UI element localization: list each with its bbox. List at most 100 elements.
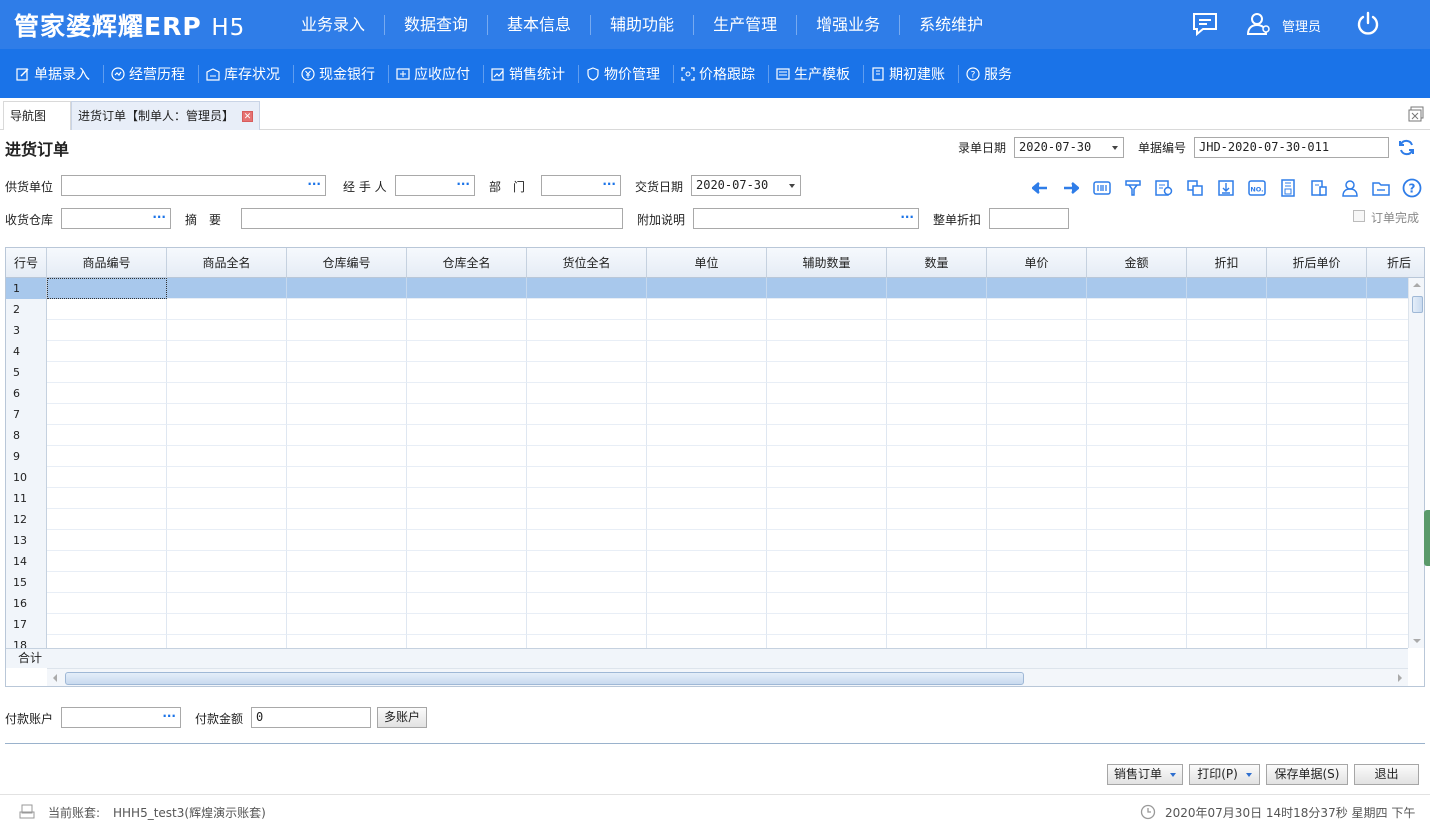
grid-cell[interactable] xyxy=(1187,509,1267,530)
grid-cell[interactable] xyxy=(527,572,647,593)
grid-cell[interactable] xyxy=(47,383,167,404)
grid-cell[interactable] xyxy=(1367,530,1408,551)
horizontal-scroll-thumb[interactable] xyxy=(65,672,1024,685)
grid-cell[interactable] xyxy=(767,299,887,320)
grid-cell[interactable] xyxy=(1267,404,1367,425)
grid-cell[interactable] xyxy=(1267,530,1367,551)
sub-nav-service[interactable]: ? 服务 xyxy=(959,65,1025,83)
grid-cell[interactable] xyxy=(47,404,167,425)
grid-cell[interactable] xyxy=(1367,509,1408,530)
grid-cell[interactable] xyxy=(527,320,647,341)
grid-cell[interactable] xyxy=(47,278,167,299)
grid-cell[interactable] xyxy=(1267,488,1367,509)
grid-cell[interactable] xyxy=(167,446,287,467)
grid-cell[interactable] xyxy=(287,383,407,404)
grid-cell[interactable] xyxy=(407,341,527,362)
main-nav-aux-functions[interactable]: 辅助功能 xyxy=(591,14,695,35)
entry-date-select[interactable]: 2020-07-30 xyxy=(1014,137,1124,158)
grid-cell[interactable] xyxy=(987,551,1087,572)
grid-cell[interactable] xyxy=(527,425,647,446)
table-row[interactable]: 5 xyxy=(6,362,1408,383)
grid-cell[interactable] xyxy=(987,278,1087,299)
col-header-discount[interactable]: 折扣 xyxy=(1187,248,1267,278)
grid-cell[interactable] xyxy=(987,572,1087,593)
grid-cell[interactable] xyxy=(287,530,407,551)
grid-cell[interactable] xyxy=(987,404,1087,425)
col-header-product-name[interactable]: 商品全名 xyxy=(167,248,287,278)
grid-cell[interactable] xyxy=(1087,341,1187,362)
grid-cell[interactable] xyxy=(167,488,287,509)
grid-cell[interactable] xyxy=(647,404,767,425)
grid-cell[interactable] xyxy=(47,614,167,635)
grid-cell[interactable] xyxy=(887,635,987,648)
main-nav-production[interactable]: 生产管理 xyxy=(694,14,798,35)
col-header-amount[interactable]: 金额 xyxy=(1087,248,1187,278)
grid-cell[interactable] xyxy=(647,572,767,593)
grid-cell[interactable] xyxy=(287,614,407,635)
sub-nav-price-mgmt[interactable]: 物价管理 xyxy=(579,64,674,83)
ledger-doc-icon[interactable] xyxy=(1303,178,1334,198)
grid-cell[interactable] xyxy=(527,341,647,362)
grid-cell[interactable] xyxy=(287,278,407,299)
grid-cell[interactable] xyxy=(47,467,167,488)
grid-cell[interactable] xyxy=(887,614,987,635)
grid-cell[interactable] xyxy=(1267,572,1367,593)
folder-icon[interactable] xyxy=(1365,178,1396,198)
grid-cell[interactable] xyxy=(767,509,887,530)
multi-account-button[interactable]: 多账户 xyxy=(377,707,427,728)
filter-icon[interactable] xyxy=(1117,178,1148,198)
grid-cell[interactable] xyxy=(167,320,287,341)
grid-cell[interactable] xyxy=(1187,551,1267,572)
dept-input[interactable]: ··· xyxy=(541,175,621,196)
grid-cell[interactable] xyxy=(167,278,287,299)
table-row[interactable]: 6 xyxy=(6,383,1408,404)
horizontal-scrollbar[interactable] xyxy=(47,668,1408,686)
grid-cell[interactable] xyxy=(1267,425,1367,446)
grid-cell[interactable] xyxy=(407,467,527,488)
grid-cell[interactable] xyxy=(1367,446,1408,467)
grid-cell[interactable] xyxy=(887,362,987,383)
grid-cell[interactable] xyxy=(767,278,887,299)
grid-cell[interactable] xyxy=(887,299,987,320)
grid-cell[interactable] xyxy=(1367,635,1408,648)
grid-cell[interactable] xyxy=(767,488,887,509)
grid-cell[interactable] xyxy=(167,341,287,362)
grid-cell[interactable] xyxy=(527,467,647,488)
sub-nav-opening[interactable]: 期初建账 xyxy=(864,64,959,83)
print-button[interactable]: 打印(P) xyxy=(1189,764,1260,785)
grid-cell[interactable] xyxy=(1087,593,1187,614)
grid-cell[interactable] xyxy=(767,614,887,635)
grid-cell[interactable] xyxy=(647,635,767,648)
grid-cell[interactable] xyxy=(47,509,167,530)
grid-cell[interactable] xyxy=(167,593,287,614)
main-nav-basic-info[interactable]: 基本信息 xyxy=(488,14,592,35)
table-row[interactable]: 16 xyxy=(6,593,1408,614)
grid-cell[interactable] xyxy=(1087,635,1187,648)
grid-cell[interactable] xyxy=(767,551,887,572)
grid-cell[interactable] xyxy=(47,341,167,362)
grid-cell[interactable] xyxy=(1367,320,1408,341)
grid-cell[interactable] xyxy=(887,467,987,488)
grid-cell[interactable] xyxy=(647,467,767,488)
grid-cell[interactable] xyxy=(647,278,767,299)
grid-cell[interactable] xyxy=(1267,446,1367,467)
sub-nav-receivables[interactable]: 应收应付 xyxy=(389,64,484,83)
vertical-scroll-thumb[interactable] xyxy=(1412,296,1423,313)
grid-cell[interactable] xyxy=(647,383,767,404)
col-header-qty[interactable]: 数量 xyxy=(887,248,987,278)
grid-cell[interactable] xyxy=(287,362,407,383)
grid-cell[interactable] xyxy=(887,572,987,593)
main-nav-system[interactable]: 系统维护 xyxy=(900,15,1002,35)
grid-cell[interactable] xyxy=(1367,299,1408,320)
grid-cell[interactable] xyxy=(287,467,407,488)
grid-cell[interactable] xyxy=(647,488,767,509)
user-name[interactable]: 管理员 xyxy=(1282,16,1321,35)
grid-cell[interactable] xyxy=(527,593,647,614)
pay-account-input[interactable]: ··· xyxy=(61,707,181,728)
col-header-price[interactable]: 单价 xyxy=(987,248,1087,278)
grid-cell[interactable] xyxy=(407,635,527,648)
refresh-icon[interactable] xyxy=(1397,138,1416,160)
grid-cell[interactable] xyxy=(47,425,167,446)
grid-cell[interactable] xyxy=(887,488,987,509)
grid-cell[interactable] xyxy=(1087,404,1187,425)
